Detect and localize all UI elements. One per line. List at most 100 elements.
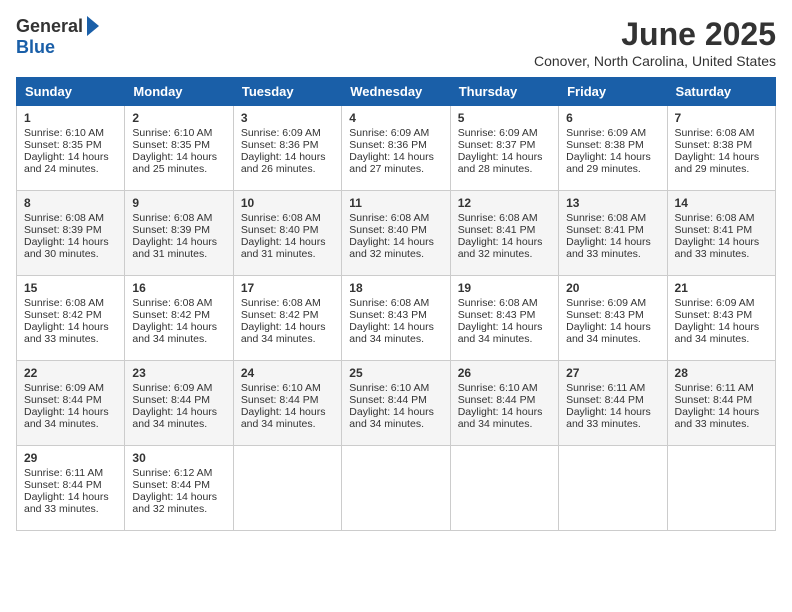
day-cell-26: 26Sunrise: 6:10 AMSunset: 8:44 PMDayligh… — [450, 361, 558, 446]
sunset-text: Sunset: 8:38 PM — [566, 139, 644, 151]
sunset-text: Sunset: 8:37 PM — [458, 139, 536, 151]
sunrise-text: Sunrise: 6:09 AM — [24, 382, 104, 394]
sunrise-text: Sunrise: 6:09 AM — [566, 127, 646, 139]
day-cell-17: 17Sunrise: 6:08 AMSunset: 8:42 PMDayligh… — [233, 276, 341, 361]
daylight-text: Daylight: 14 hours and 28 minutes. — [458, 151, 543, 175]
day-cell-12: 12Sunrise: 6:08 AMSunset: 8:41 PMDayligh… — [450, 191, 558, 276]
main-title: June 2025 — [534, 16, 776, 53]
day-number: 12 — [458, 196, 551, 210]
empty-cell — [559, 446, 667, 531]
week-row-1: 1Sunrise: 6:10 AMSunset: 8:35 PMDaylight… — [17, 106, 776, 191]
sunrise-text: Sunrise: 6:08 AM — [24, 212, 104, 224]
sunrise-text: Sunrise: 6:08 AM — [241, 212, 321, 224]
daylight-text: Daylight: 14 hours and 33 minutes. — [24, 491, 109, 515]
day-number: 4 — [349, 111, 442, 125]
sunset-text: Sunset: 8:42 PM — [241, 309, 319, 321]
day-number: 10 — [241, 196, 334, 210]
header-day-wednesday: Wednesday — [342, 78, 450, 106]
sunrise-text: Sunrise: 6:08 AM — [241, 297, 321, 309]
day-number: 6 — [566, 111, 659, 125]
daylight-text: Daylight: 14 hours and 33 minutes. — [24, 321, 109, 345]
day-cell-1: 1Sunrise: 6:10 AMSunset: 8:35 PMDaylight… — [17, 106, 125, 191]
sunrise-text: Sunrise: 6:08 AM — [349, 297, 429, 309]
week-row-4: 22Sunrise: 6:09 AMSunset: 8:44 PMDayligh… — [17, 361, 776, 446]
day-cell-14: 14Sunrise: 6:08 AMSunset: 8:41 PMDayligh… — [667, 191, 775, 276]
sunset-text: Sunset: 8:35 PM — [132, 139, 210, 151]
sunrise-text: Sunrise: 6:09 AM — [241, 127, 321, 139]
sunrise-text: Sunrise: 6:12 AM — [132, 467, 212, 479]
day-number: 21 — [675, 281, 768, 295]
day-cell-22: 22Sunrise: 6:09 AMSunset: 8:44 PMDayligh… — [17, 361, 125, 446]
title-area: June 2025 Conover, North Carolina, Unite… — [534, 16, 776, 69]
day-cell-20: 20Sunrise: 6:09 AMSunset: 8:43 PMDayligh… — [559, 276, 667, 361]
daylight-text: Daylight: 14 hours and 34 minutes. — [132, 321, 217, 345]
sunrise-text: Sunrise: 6:08 AM — [349, 212, 429, 224]
sunrise-text: Sunrise: 6:08 AM — [675, 212, 755, 224]
day-number: 16 — [132, 281, 225, 295]
header-day-sunday: Sunday — [17, 78, 125, 106]
header-row: SundayMondayTuesdayWednesdayThursdayFrid… — [17, 78, 776, 106]
sunset-text: Sunset: 8:44 PM — [566, 394, 644, 406]
day-cell-23: 23Sunrise: 6:09 AMSunset: 8:44 PMDayligh… — [125, 361, 233, 446]
sunset-text: Sunset: 8:42 PM — [24, 309, 102, 321]
sunrise-text: Sunrise: 6:08 AM — [458, 212, 538, 224]
day-number: 14 — [675, 196, 768, 210]
empty-cell — [667, 446, 775, 531]
day-cell-10: 10 Sunrise: 6:08 AMSunset: 8:40 PMDayligh… — [233, 191, 341, 276]
sunset-text: Sunset: 8:36 PM — [241, 139, 319, 151]
sunrise-text: Sunrise: 6:10 AM — [349, 382, 429, 394]
day-cell-2: 2 Sunrise: 6:10 AMSunset: 8:35 PMDaylight… — [125, 106, 233, 191]
calendar-table: SundayMondayTuesdayWednesdayThursdayFrid… — [16, 77, 776, 531]
day-number: 25 — [349, 366, 442, 380]
day-cell-15: 15Sunrise: 6:08 AMSunset: 8:42 PMDayligh… — [17, 276, 125, 361]
day-cell-28: 28Sunrise: 6:11 AMSunset: 8:44 PMDayligh… — [667, 361, 775, 446]
week-row-2: 8Sunrise: 6:08 AMSunset: 8:39 PMDaylight… — [17, 191, 776, 276]
header-day-thursday: Thursday — [450, 78, 558, 106]
day-cell-4: 4Sunrise: 6:09 AMSunset: 8:36 PMDaylight… — [342, 106, 450, 191]
day-number: 11 — [349, 196, 442, 210]
day-number: 1 — [24, 111, 117, 125]
daylight-text: Daylight: 14 hours and 33 minutes. — [566, 236, 651, 260]
daylight-text: Daylight: 14 hours and 24 minutes. — [24, 151, 109, 175]
day-number: 17 — [241, 281, 334, 295]
empty-cell — [450, 446, 558, 531]
logo-blue-text: Blue — [16, 37, 55, 58]
daylight-text: Daylight: 14 hours and 25 minutes. — [132, 151, 217, 175]
day-number: 26 — [458, 366, 551, 380]
daylight-text: Daylight: 14 hours and 34 minutes. — [132, 406, 217, 430]
sunset-text: Sunset: 8:40 PM — [349, 224, 427, 236]
calendar-header: SundayMondayTuesdayWednesdayThursdayFrid… — [17, 78, 776, 106]
day-number: 15 — [24, 281, 117, 295]
sunrise-text: Sunrise: 6:09 AM — [675, 297, 755, 309]
sunrise-text: Sunrise: 6:10 AM — [24, 127, 104, 139]
sunrise-text: Sunrise: 6:10 AM — [458, 382, 538, 394]
sunset-text: Sunset: 8:43 PM — [566, 309, 644, 321]
header-day-saturday: Saturday — [667, 78, 775, 106]
calendar-body: 1Sunrise: 6:10 AMSunset: 8:35 PMDaylight… — [17, 106, 776, 531]
daylight-text: Daylight: 14 hours and 31 minutes. — [241, 236, 326, 260]
sunrise-text: Sunrise: 6:10 AM — [132, 127, 212, 139]
sunset-text: Sunset: 8:43 PM — [458, 309, 536, 321]
subtitle: Conover, North Carolina, United States — [534, 53, 776, 69]
day-number: 23 — [132, 366, 225, 380]
week-row-5: 29Sunrise: 6:11 AMSunset: 8:44 PMDayligh… — [17, 446, 776, 531]
daylight-text: Daylight: 14 hours and 29 minutes. — [675, 151, 760, 175]
sunrise-text: Sunrise: 6:10 AM — [241, 382, 321, 394]
sunset-text: Sunset: 8:41 PM — [458, 224, 536, 236]
day-cell-19: 19Sunrise: 6:08 AMSunset: 8:43 PMDayligh… — [450, 276, 558, 361]
day-cell-5: 5Sunrise: 6:09 AMSunset: 8:37 PMDaylight… — [450, 106, 558, 191]
daylight-text: Daylight: 14 hours and 34 minutes. — [241, 406, 326, 430]
day-cell-18: 18Sunrise: 6:08 AMSunset: 8:43 PMDayligh… — [342, 276, 450, 361]
daylight-text: Daylight: 14 hours and 34 minutes. — [675, 321, 760, 345]
sunset-text: Sunset: 8:40 PM — [241, 224, 319, 236]
day-number: 28 — [675, 366, 768, 380]
sunset-text: Sunset: 8:44 PM — [458, 394, 536, 406]
day-number: 2 — [132, 111, 225, 125]
logo-general-text: General — [16, 16, 83, 37]
sunset-text: Sunset: 8:39 PM — [132, 224, 210, 236]
day-cell-13: 13Sunrise: 6:08 AMSunset: 8:41 PMDayligh… — [559, 191, 667, 276]
day-cell-3: 3Sunrise: 6:09 AMSunset: 8:36 PMDaylight… — [233, 106, 341, 191]
empty-cell — [342, 446, 450, 531]
daylight-text: Daylight: 14 hours and 34 minutes. — [349, 406, 434, 430]
sunset-text: Sunset: 8:44 PM — [24, 479, 102, 491]
